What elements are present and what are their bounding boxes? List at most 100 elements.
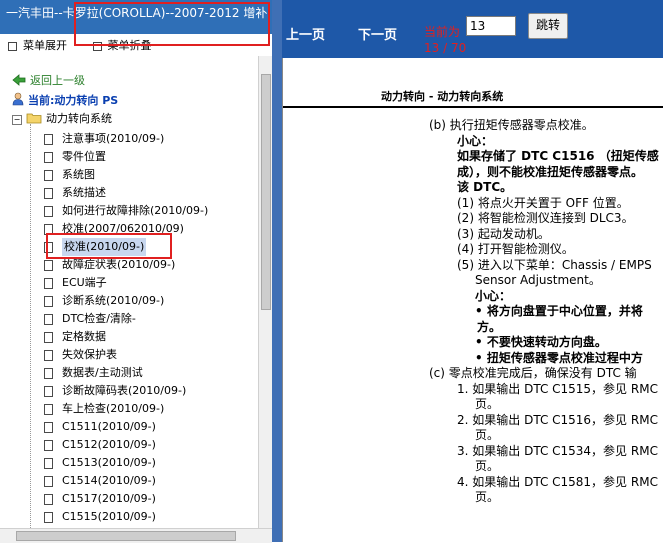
tree-item-label: 校准(2010/09-) bbox=[62, 238, 147, 256]
menu-collapse-button[interactable]: 菜单折叠 bbox=[92, 36, 152, 56]
tree-node-system-label: 动力转向系统 bbox=[46, 112, 112, 125]
document-line: 小心： bbox=[457, 133, 494, 148]
horizontal-scroll-thumb[interactable] bbox=[16, 531, 236, 541]
tree-item[interactable]: C1511(2010/09-) bbox=[44, 418, 156, 436]
document-line: 该 DTC。 bbox=[457, 180, 513, 194]
tree-guide-line bbox=[30, 124, 31, 530]
tree-item-label: 车上检查(2010/09-) bbox=[62, 402, 165, 415]
tree-item-label: DTC检查/清除- bbox=[62, 312, 136, 325]
tree-item-label: 诊断故障码表(2010/09-) bbox=[62, 384, 187, 397]
back-arrow-icon bbox=[12, 74, 26, 86]
tree-item-label: C1517(2010/09-) bbox=[62, 492, 156, 505]
tree-toggle-icon[interactable]: − bbox=[12, 115, 22, 125]
document-line: 方。 bbox=[477, 319, 502, 334]
tree-item-label: 系统描述 bbox=[62, 186, 106, 199]
document-line: Sensor Adjustment。 bbox=[475, 273, 601, 287]
tree-item-label: C1511(2010/09-) bbox=[62, 420, 156, 433]
document-icon bbox=[44, 367, 53, 379]
document-line: • 不要快速转动方向盘。 bbox=[475, 335, 607, 349]
document-icon bbox=[44, 133, 53, 145]
page-total: 13 / 70 bbox=[424, 41, 467, 55]
tree-item[interactable]: 诊断系统(2010/09-) bbox=[44, 292, 164, 310]
tree-item-label: 注意事项(2010/09-) bbox=[62, 132, 165, 145]
tree-item[interactable]: 系统图 bbox=[44, 166, 95, 184]
tree-item-label: C1515(2010/09-) bbox=[62, 510, 156, 523]
document-body: (b) 执行扭矩传感器零点校准。 小心： 如果存储了 DTC C1516 （扭矩传感… bbox=[429, 118, 663, 506]
document-icon bbox=[44, 241, 53, 253]
tree-node-system[interactable]: − 动力转向系统 bbox=[12, 110, 112, 128]
document-icon bbox=[44, 403, 53, 415]
document-icon bbox=[44, 331, 53, 343]
page-toolbar: 上一页 下一页 当前为 跳转 13 / 70 bbox=[282, 0, 663, 58]
tree-item[interactable]: ECU端子 bbox=[44, 274, 107, 292]
document-line: (1) 将点火开关置于 OFF 位置。 bbox=[457, 195, 629, 210]
tree-item-label: 定格数据 bbox=[62, 330, 106, 343]
tree-item[interactable]: 失效保护表 bbox=[44, 346, 117, 364]
jump-button[interactable]: 跳转 bbox=[528, 13, 568, 39]
document-icon bbox=[44, 295, 53, 307]
tree-vertical-scrollbar[interactable] bbox=[258, 56, 273, 530]
tree-item-label: 数据表/主动测试 bbox=[62, 366, 143, 379]
document-icon bbox=[44, 511, 53, 523]
tree-item[interactable]: 校准(2007/062010/09) bbox=[44, 220, 184, 238]
menu-expand-button[interactable]: 菜单展开 bbox=[8, 36, 67, 56]
menu-collapse-label: 菜单折叠 bbox=[107, 39, 152, 52]
tree-item[interactable]: 诊断故障码表(2010/09-) bbox=[44, 382, 186, 400]
tree-item[interactable]: 车上检查(2010/09-) bbox=[44, 400, 164, 418]
tree-item[interactable]: C1512(2010/09-) bbox=[44, 436, 156, 454]
document-icon bbox=[44, 169, 53, 181]
document-line: 1. 如果输出 DTC C1515，参见 RMC bbox=[457, 381, 658, 396]
tree-item-label: 诊断系统(2010/09-) bbox=[62, 294, 165, 307]
document-line: 如果存储了 DTC C1516 （扭矩传感 bbox=[457, 149, 659, 163]
prev-page-button[interactable]: 上一页 bbox=[286, 24, 325, 43]
document-line: • 将方向盘置于中心位置，并将 bbox=[475, 304, 643, 318]
document-icon bbox=[44, 187, 53, 199]
tree-item-label: C1514(2010/09-) bbox=[62, 474, 156, 487]
tree-item[interactable]: 故障症状表(2010/09-) bbox=[44, 256, 175, 274]
document-line: (3) 起动发动机。 bbox=[457, 226, 550, 241]
tree-item[interactable]: 定格数据 bbox=[44, 328, 106, 346]
back-link[interactable]: 返回上一级 bbox=[12, 72, 85, 90]
document-icon bbox=[44, 205, 53, 217]
tree-view: 返回上一级 当前:动力转向 PS − 动力转向系统 注意事项(2010/09-)… bbox=[0, 66, 258, 530]
document-line: 3. 如果输出 DTC C1534，参见 RMC bbox=[457, 443, 658, 458]
tree-item[interactable]: C1513(2010/09-) bbox=[44, 454, 156, 472]
document-line: 页。 bbox=[475, 490, 500, 504]
tree-item-label: 如何进行故障排除(2010/09-) bbox=[62, 204, 209, 217]
tree-item[interactable]: 注意事项(2010/09-) bbox=[44, 130, 164, 148]
page-number-input[interactable] bbox=[466, 16, 516, 36]
document-viewer[interactable]: 动力转向 - 动力转向系统 (b) 执行扭矩传感器零点校准。 小心： 如果存储了 D… bbox=[282, 58, 663, 542]
tree-item[interactable]: C1515(2010/09-) bbox=[44, 508, 156, 526]
expand-icon bbox=[8, 41, 17, 51]
document-icon bbox=[44, 493, 53, 505]
next-page-button[interactable]: 下一页 bbox=[358, 24, 397, 43]
document-line: 4. 如果输出 DTC C1581，参见 RMC bbox=[457, 474, 658, 489]
tree-item[interactable]: 零件位置 bbox=[44, 148, 106, 166]
current-location: 当前:动力转向 PS bbox=[12, 92, 118, 110]
document-line: • 扭矩传感器零点校准过程中方 bbox=[475, 350, 643, 365]
tree-item[interactable]: C1514(2010/09-) bbox=[44, 472, 156, 490]
tree-item-label: 失效保护表 bbox=[62, 348, 117, 361]
tree-item-label: 零件位置 bbox=[62, 150, 106, 163]
tree-item[interactable]: DTC检查/清除- bbox=[44, 310, 136, 328]
tree-item-label: 校准(2007/062010/09) bbox=[62, 222, 184, 235]
document-line: 成），则不能校准扭矩传感器零点。 bbox=[457, 164, 644, 179]
document-line: 小心： bbox=[475, 288, 512, 303]
tree-item[interactable]: 数据表/主动测试 bbox=[44, 364, 143, 382]
tree-item-label: C1512(2010/09-) bbox=[62, 438, 156, 451]
menu-expand-label: 菜单展开 bbox=[23, 39, 67, 52]
tree-item[interactable]: 校准(2010/09-) bbox=[44, 238, 147, 256]
document-icon bbox=[44, 223, 53, 235]
person-icon bbox=[12, 92, 24, 106]
folder-icon bbox=[26, 113, 42, 124]
tree-item[interactable]: 系统描述 bbox=[44, 184, 106, 202]
tree-item[interactable]: C1517(2010/09-) bbox=[44, 490, 156, 508]
vertical-scroll-thumb[interactable] bbox=[261, 74, 271, 310]
document-icon bbox=[44, 259, 53, 271]
panel-divider[interactable] bbox=[272, 0, 282, 542]
tree-item-label: 系统图 bbox=[62, 168, 95, 181]
tree-horizontal-scrollbar[interactable] bbox=[0, 528, 272, 543]
document-header: 动力转向 - 动力转向系统 bbox=[381, 90, 504, 103]
back-link-label: 返回上一级 bbox=[30, 74, 85, 87]
tree-item[interactable]: 如何进行故障排除(2010/09-) bbox=[44, 202, 208, 220]
